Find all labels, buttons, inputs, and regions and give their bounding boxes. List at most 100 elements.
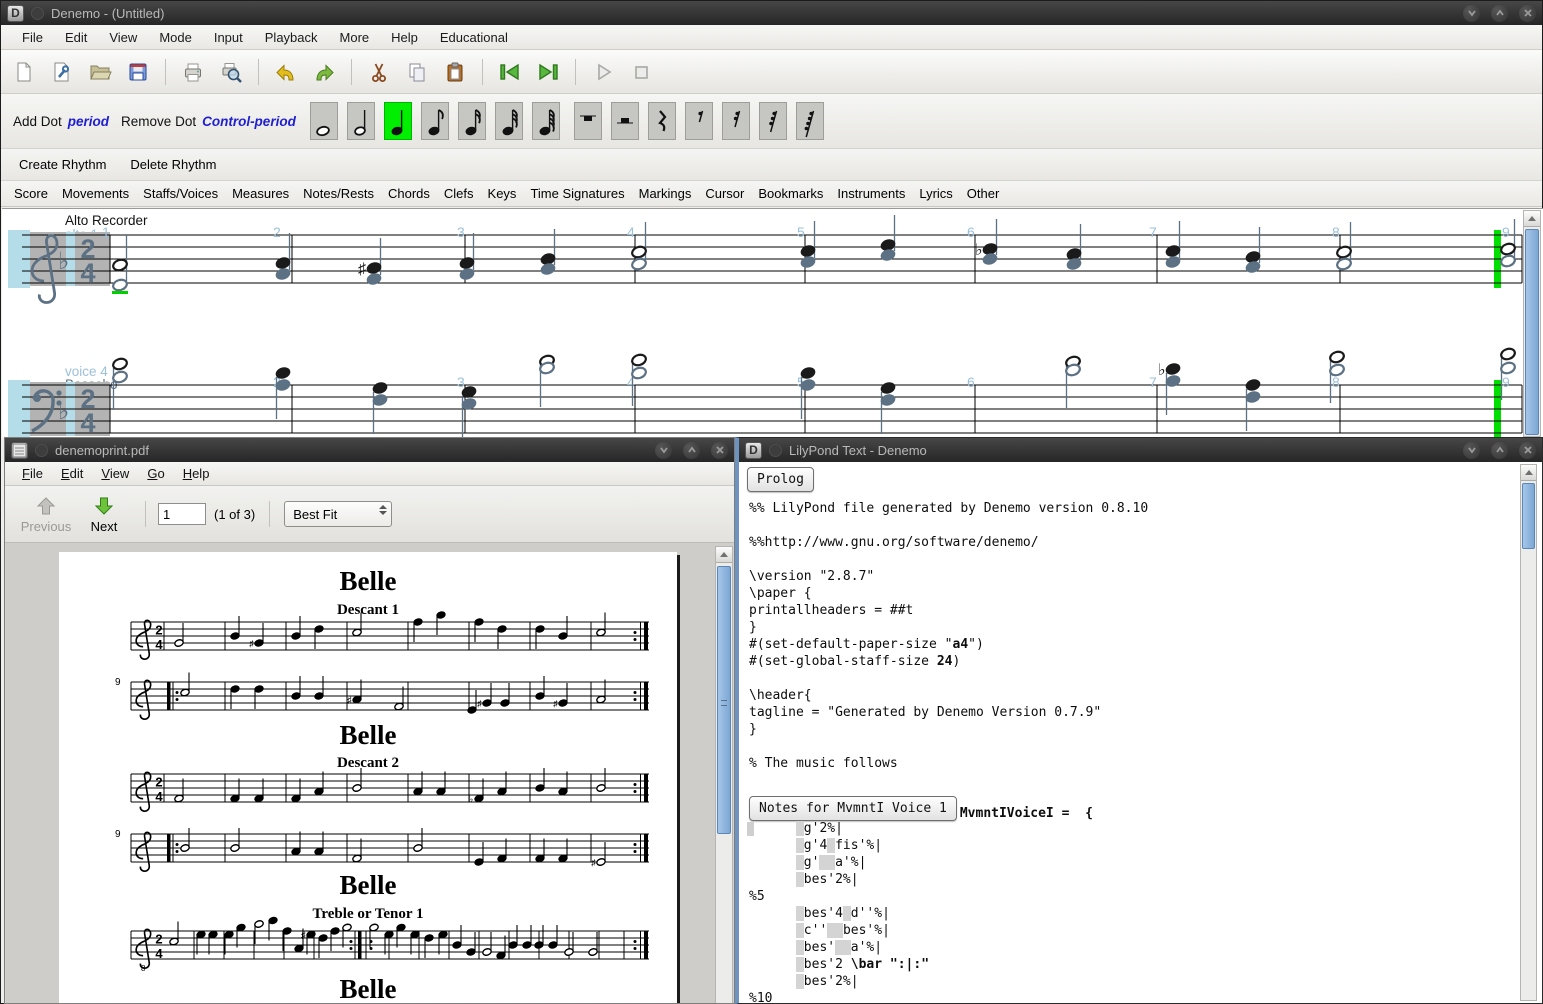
pdf-scroll-up-button[interactable] (716, 547, 732, 563)
lilypond-shade-button[interactable] (1463, 442, 1480, 459)
note-chord[interactable] (540, 229, 556, 276)
pdf-maximize-button[interactable] (683, 442, 700, 459)
pdf-close-button[interactable] (711, 442, 728, 459)
thirtysecond-rest-button[interactable] (759, 102, 787, 140)
lilypond-editor[interactable]: Prolog %% LilyPond file generated by Den… (739, 462, 1542, 1003)
new-button[interactable] (7, 55, 41, 89)
note-chord[interactable]: ♭ (1158, 362, 1181, 415)
whole-rest-button[interactable] (574, 102, 602, 140)
note-chord[interactable] (459, 233, 475, 281)
command-menu-item[interactable]: Movements (55, 184, 136, 203)
note-chord[interactable] (1165, 221, 1181, 269)
go-first-button[interactable] (493, 55, 527, 89)
note-chord[interactable] (1245, 227, 1261, 274)
command-menu-item[interactable]: Markings (632, 184, 699, 203)
pdf-menu-item[interactable]: Go (138, 464, 173, 483)
lilypond-scroll-up-button[interactable] (1521, 465, 1536, 481)
remove-dot-label[interactable]: Remove Dot (121, 114, 196, 129)
pdf-menu-item[interactable]: File (13, 464, 52, 483)
menu-item[interactable]: Mode (148, 27, 203, 48)
menu-item[interactable]: View (98, 27, 148, 48)
zoom-mode-select[interactable]: Best Fit (284, 501, 392, 527)
save-button[interactable] (121, 55, 155, 89)
command-menu-item[interactable]: Score (7, 184, 55, 203)
menu-item[interactable]: Playback (254, 27, 329, 48)
command-menu-item[interactable]: Measures (225, 184, 296, 203)
command-menu-item[interactable]: Staffs/Voices (136, 184, 225, 203)
duration-sixteenth-note-button[interactable] (458, 102, 486, 140)
eighth-rest-button[interactable] (685, 102, 713, 140)
window-menu-icon[interactable] (31, 7, 44, 20)
command-menu-item[interactable]: Cursor (698, 184, 751, 203)
prolog-button[interactable]: Prolog (747, 467, 814, 492)
page-number-input[interactable] (158, 503, 206, 525)
note-chord[interactable]: ♭ (975, 219, 998, 266)
print-preview-button[interactable] (214, 55, 248, 89)
print-button[interactable] (176, 55, 210, 89)
close-button[interactable] (1519, 5, 1536, 22)
half-rest-button[interactable] (611, 102, 639, 140)
lilypond-vertical-scrollbar[interactable] (1520, 464, 1537, 1001)
note-chord[interactable] (1245, 378, 1261, 431)
menu-item[interactable]: Help (380, 27, 429, 48)
notes-for-voice-button[interactable]: Notes for MvmntI Voice 1 (749, 796, 957, 821)
duration-half-note-button[interactable] (347, 102, 375, 140)
lilypond-maximize-button[interactable] (1491, 442, 1508, 459)
lilypond-close-button[interactable] (1519, 442, 1536, 459)
command-menu-item[interactable]: Other (960, 184, 1007, 203)
menu-item[interactable]: File (11, 27, 54, 48)
note-chord[interactable] (880, 381, 896, 434)
paste-button[interactable] (438, 55, 472, 89)
note-chord[interactable]: ♯ (358, 238, 382, 286)
score-canvas[interactable]: Alto Recorder alto 1 voice 4 Bassobo 123… (2, 209, 1543, 439)
play-button[interactable] (586, 55, 620, 89)
quarter-rest-button[interactable] (648, 102, 676, 140)
cut-button[interactable] (362, 55, 396, 89)
duration-sixtyfourth-note-button[interactable] (532, 102, 560, 140)
shade-button[interactable] (1463, 5, 1480, 22)
note-chord[interactable] (461, 385, 477, 438)
scroll-thumb[interactable] (1525, 229, 1539, 435)
rhythm-command[interactable]: Create Rhythm (13, 154, 112, 175)
templates-button[interactable] (45, 55, 79, 89)
command-menu-item[interactable]: Time Signatures (523, 184, 631, 203)
previous-page-button[interactable]: Previous (17, 495, 75, 534)
next-page-button[interactable]: Next (75, 495, 133, 534)
pdf-vertical-scrollbar[interactable] (715, 546, 733, 1003)
pdf-shade-button[interactable] (655, 442, 672, 459)
note-chord[interactable] (112, 235, 128, 294)
command-menu-item[interactable]: Bookmarks (751, 184, 830, 203)
menu-item[interactable]: Edit (54, 27, 98, 48)
note-chord[interactable] (1065, 355, 1081, 408)
maximize-button[interactable] (1491, 5, 1508, 22)
lilypond-scroll-thumb[interactable] (1522, 483, 1535, 549)
lilypond-window-menu-icon[interactable] (769, 444, 782, 457)
redo-button[interactable] (307, 55, 341, 89)
pdf-menu-item[interactable]: View (92, 464, 138, 483)
sixteenth-rest-button[interactable] (722, 102, 750, 140)
add-dot-label[interactable]: Add Dot (13, 114, 62, 129)
command-menu-item[interactable]: Instruments (830, 184, 912, 203)
note-chord[interactable] (275, 233, 291, 281)
pdf-menu-item[interactable]: Edit (52, 464, 92, 483)
stop-button[interactable] (624, 55, 658, 89)
score-vertical-scrollbar[interactable] (1523, 210, 1541, 437)
note-chord[interactable] (372, 381, 388, 434)
pdf-window-menu-icon[interactable] (35, 444, 48, 457)
scroll-up-button[interactable] (1524, 211, 1540, 227)
duration-thirtysecond-note-button[interactable] (495, 102, 523, 140)
undo-button[interactable] (269, 55, 303, 89)
command-menu-item[interactable]: Lyrics (912, 184, 959, 203)
rhythm-command[interactable]: Delete Rhythm (124, 154, 222, 175)
copy-button[interactable] (400, 55, 434, 89)
command-menu-item[interactable]: Notes/Rests (296, 184, 381, 203)
duration-whole-note-button[interactable] (310, 102, 338, 140)
note-chord[interactable] (880, 215, 896, 262)
open-button[interactable] (83, 55, 117, 89)
menu-item[interactable]: More (329, 27, 381, 48)
command-menu-item[interactable]: Clefs (437, 184, 481, 203)
duration-quarter-note-button[interactable] (384, 102, 412, 140)
duration-eighth-note-button[interactable] (421, 102, 449, 140)
note-chord[interactable] (275, 366, 291, 419)
command-menu-item[interactable]: Keys (481, 184, 524, 203)
